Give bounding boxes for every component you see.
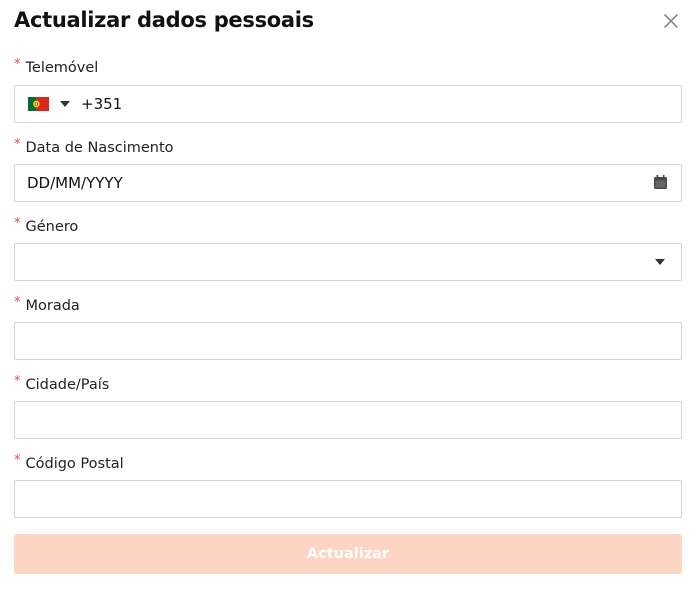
birthdate-field[interactable]: DD/MM/YYYY xyxy=(14,164,682,202)
required-mark: * xyxy=(14,216,21,231)
close-icon[interactable] xyxy=(662,12,680,30)
modal-title: Actualizar dados pessoais xyxy=(14,8,314,32)
required-mark: * xyxy=(14,374,21,389)
required-mark: * xyxy=(14,57,21,72)
postal-code-label: * Código Postal xyxy=(14,453,124,472)
country-dropdown-caret-icon[interactable] xyxy=(60,101,70,107)
city-country-label-text: Cidade/País xyxy=(25,377,110,393)
chevron-down-icon[interactable] xyxy=(655,259,665,265)
address-label-text: Morada xyxy=(25,298,80,314)
postal-code-label-text: Código Postal xyxy=(25,456,124,472)
address-label: * Morada xyxy=(14,295,80,314)
city-country-label: * Cidade/País xyxy=(14,374,110,393)
birthdate-label-text: Data de Nascimento xyxy=(25,140,174,156)
phone-label-text: Telemóvel xyxy=(25,60,99,76)
gender-select[interactable] xyxy=(14,243,682,281)
birthdate-label: * Data de Nascimento xyxy=(14,137,174,156)
city-country-input[interactable] xyxy=(14,401,682,439)
phone-label: * Telemóvel xyxy=(14,57,99,76)
birthdate-placeholder[interactable]: DD/MM/YYYY xyxy=(27,174,123,192)
required-mark: * xyxy=(14,453,21,468)
phone-field[interactable]: +351 xyxy=(14,85,682,123)
portugal-flag-icon[interactable] xyxy=(28,97,49,111)
postal-code-input[interactable] xyxy=(14,480,682,518)
update-submit-button[interactable]: Actualizar xyxy=(14,534,682,574)
update-personal-data-modal: Actualizar dados pessoais * Telemóvel +35… xyxy=(0,0,696,589)
address-input[interactable] xyxy=(14,322,682,360)
calendar-icon[interactable] xyxy=(654,175,667,189)
gender-label-text: Género xyxy=(25,219,79,235)
required-mark: * xyxy=(14,137,21,152)
gender-label: * Género xyxy=(14,216,79,235)
required-mark: * xyxy=(14,295,21,310)
dial-code[interactable]: +351 xyxy=(81,95,122,113)
